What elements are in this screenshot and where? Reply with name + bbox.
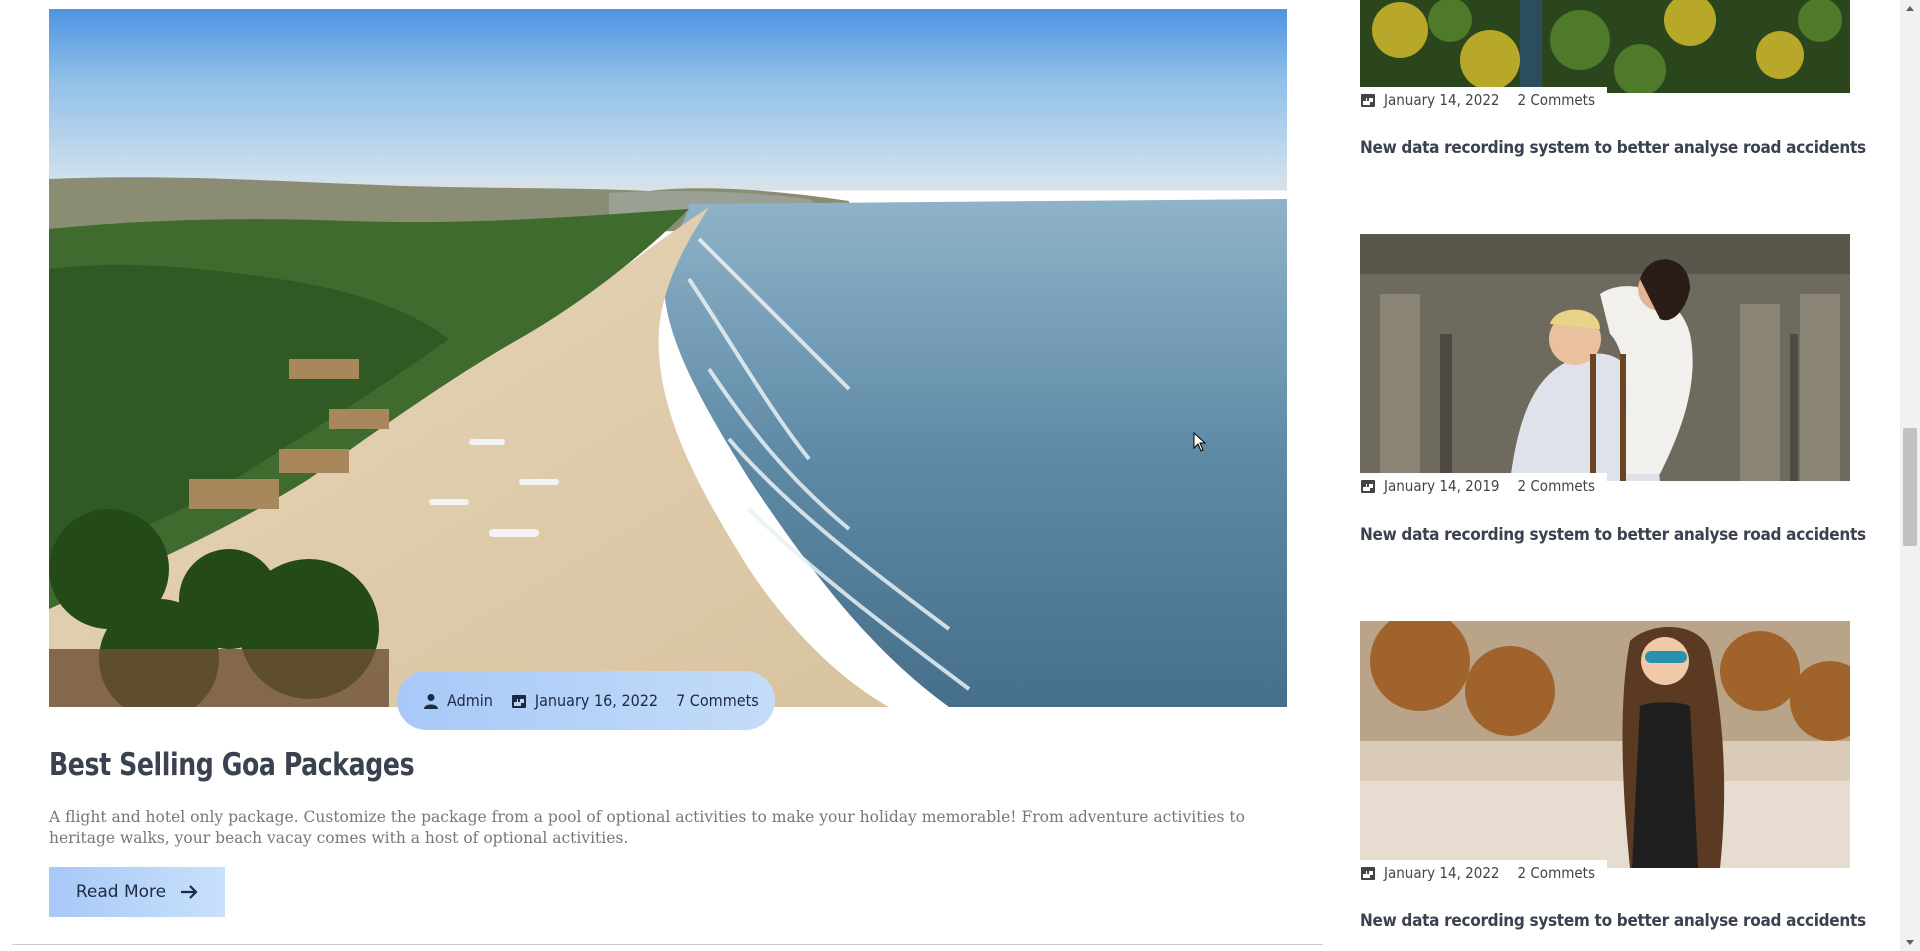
sidebar-post-date: January 14, 2022: [1384, 91, 1500, 109]
date-meta: January 16, 2022: [511, 691, 658, 710]
scroll-up-icon[interactable]: [1906, 6, 1914, 11]
calendar-icon: [511, 694, 526, 708]
read-more-button[interactable]: Read More: [49, 867, 225, 917]
sidebar-post-image[interactable]: [1360, 234, 1850, 481]
author-name: Admin: [447, 691, 493, 710]
sidebar-post-comments[interactable]: 2 Commets: [1518, 91, 1595, 109]
sidebar-post-date: January 14, 2019: [1384, 477, 1500, 495]
calendar-icon: [1361, 867, 1375, 880]
sidebar-post-image[interactable]: [1360, 0, 1850, 93]
post-excerpt: A flight and hotel only package. Customi…: [49, 808, 1245, 847]
read-more-label: Read More: [75, 882, 167, 902]
scroll-down-icon[interactable]: [1906, 940, 1914, 945]
forest-illustration: [1360, 0, 1850, 93]
page-scrollbar[interactable]: [1900, 0, 1920, 951]
mouse-cursor-icon: [1193, 432, 1207, 452]
scroll-thumb[interactable]: [1903, 428, 1917, 546]
post-date: January 16, 2022: [534, 691, 659, 710]
sidebar-post-meta: January 14, 2022 2 Commets: [1360, 87, 1607, 113]
main-post-image[interactable]: [49, 9, 1287, 707]
sidebar-post-meta: January 14, 2019 2 Commets: [1360, 473, 1607, 499]
sidebar-post-title[interactable]: New data recording system to better anal…: [1360, 138, 1866, 158]
divider: [12, 944, 1323, 945]
sidebar-post-date: January 14, 2022: [1384, 864, 1500, 882]
woman-sunglasses-illustration: [1360, 621, 1850, 868]
author-meta[interactable]: Admin: [423, 691, 493, 710]
user-icon: [424, 693, 438, 709]
calendar-icon: [1361, 94, 1375, 107]
sidebar-post-image[interactable]: [1360, 621, 1850, 868]
calendar-icon: [1361, 480, 1375, 493]
sidebar-post-title[interactable]: New data recording system to better anal…: [1360, 911, 1866, 931]
sidebar-post-comments[interactable]: 2 Commets: [1518, 864, 1595, 882]
comments-meta[interactable]: 7 Commets: [676, 691, 759, 710]
wedding-couple-illustration: [1360, 234, 1850, 481]
post-meta: Admin January 16, 2022 7 Commets: [397, 671, 775, 730]
sidebar-post-comments[interactable]: 2 Commets: [1518, 477, 1595, 495]
beach-illustration: [49, 177, 1287, 707]
arrow-right-icon: [181, 885, 198, 899]
sidebar-post-title[interactable]: New data recording system to better anal…: [1360, 525, 1866, 545]
sidebar-post-meta: January 14, 2022 2 Commets: [1360, 860, 1607, 886]
comments-count: 7 Commets: [676, 691, 759, 710]
post-title[interactable]: Best Selling Goa Packages: [49, 746, 415, 782]
